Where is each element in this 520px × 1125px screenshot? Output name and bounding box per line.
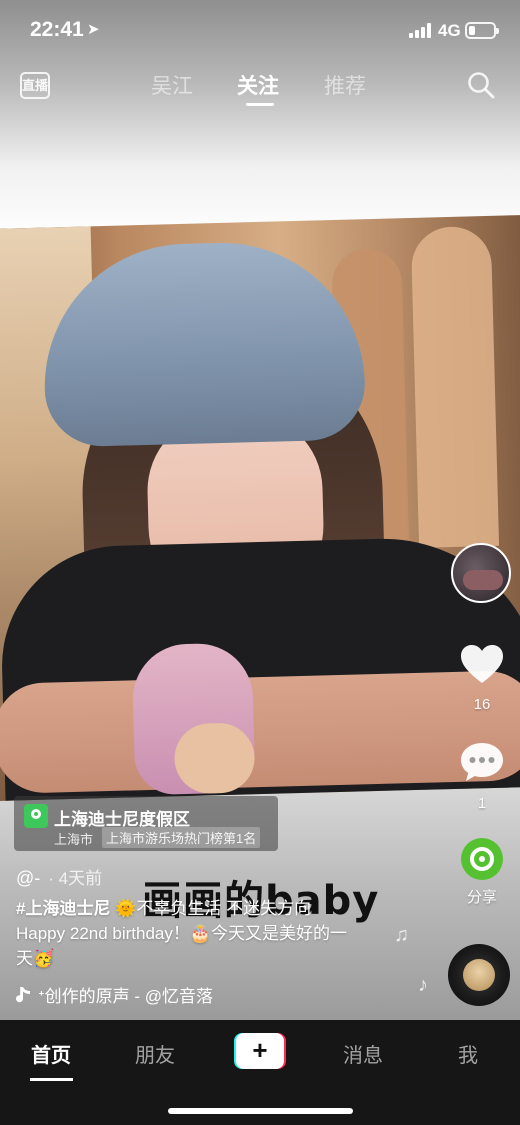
music-note-icon [16, 986, 30, 1002]
search-icon[interactable] [466, 70, 496, 100]
heart-icon [461, 645, 503, 683]
caption-line-3: 天🥳 [16, 949, 55, 968]
tab-recommended[interactable]: 推荐 [324, 70, 366, 100]
caption-line-1: #上海迪士尼 🌞不辜负生活 不迷失方向 [16, 896, 416, 921]
top-nav: 直播 吴江 关注 推荐 [0, 60, 520, 110]
like-count: 16 [473, 696, 491, 713]
battery-level [469, 26, 475, 35]
author-name[interactable]: @- [16, 868, 40, 888]
author-avatar[interactable] [451, 543, 511, 603]
location-tag[interactable]: 上海迪士尼度假区 上海市 上海市游乐场热门榜第1名 [14, 796, 278, 851]
comment-count: 1 [477, 795, 487, 812]
like-button[interactable]: 16 [456, 643, 508, 713]
location-rank-badge: 上海市游乐场热门榜第1名 [102, 827, 261, 848]
live-icon[interactable]: 直播 [20, 72, 50, 99]
share-label: 分享 [466, 889, 497, 906]
home-indicator [168, 1108, 353, 1114]
status-time: 22:41 [30, 18, 84, 41]
tab-wujiang[interactable]: 吴江 [151, 70, 193, 100]
active-tab-indicator [246, 103, 274, 106]
video-frame[interactable] [0, 214, 520, 802]
location-arrow-icon: ➤ [87, 21, 100, 38]
music-disc-icon[interactable] [448, 944, 510, 1006]
tab-following[interactable]: 关注 [237, 70, 279, 100]
photo-plush-face [173, 722, 256, 795]
location-pin-icon [24, 804, 48, 828]
tab-me[interactable]: 我 [458, 1039, 478, 1068]
share-icon [461, 838, 503, 880]
photo-arms [0, 669, 520, 795]
comment-button[interactable]: 1 [456, 740, 508, 812]
signal-icon [409, 23, 433, 38]
network-type: 4G [438, 21, 461, 40]
comment-icon [461, 743, 503, 781]
tab-home[interactable]: 首页 [31, 1039, 71, 1068]
screen: 22:41 ➤ 4G 直播 吴江 关注 推荐 16 1 分享 ♫ ♪ 上海迪士尼… [0, 0, 520, 1125]
post-time: · 4天前 [48, 869, 103, 888]
tab-friends[interactable]: 朋友 [135, 1039, 175, 1068]
hashtag-link[interactable]: #上海迪士尼 [16, 899, 110, 918]
music-title: ᐩ创作的原声 - @忆音落 [38, 987, 213, 1006]
share-button[interactable]: 分享 [456, 838, 508, 907]
battery-icon [465, 22, 499, 39]
music-info[interactable]: ᐩ创作的原声 - @忆音落 [16, 982, 213, 1007]
caption-line-2: Happy 22nd birthday！🎂今天又是美好的一 [16, 924, 348, 943]
post-caption: #上海迪士尼 🌞不辜负生活 不迷失方向 Happy 22nd birthday！… [16, 896, 416, 971]
active-tab-indicator [30, 1078, 73, 1081]
author-line: @- · 4天前 [16, 864, 102, 889]
caption-text: 🌞不辜负生活 不迷失方向 [115, 899, 312, 918]
create-post-button[interactable]: + [234, 1033, 286, 1069]
tab-messages[interactable]: 消息 [343, 1039, 383, 1068]
bottom-tab-bar: 首页 朋友 + 消息 我 [0, 1020, 520, 1125]
photo-arch [410, 225, 500, 548]
location-city: 上海市 [54, 832, 94, 847]
status-bar: 22:41 ➤ 4G [0, 0, 520, 60]
plus-icon: + [236, 1033, 284, 1069]
music-note-icon: ♪ [418, 974, 428, 996]
